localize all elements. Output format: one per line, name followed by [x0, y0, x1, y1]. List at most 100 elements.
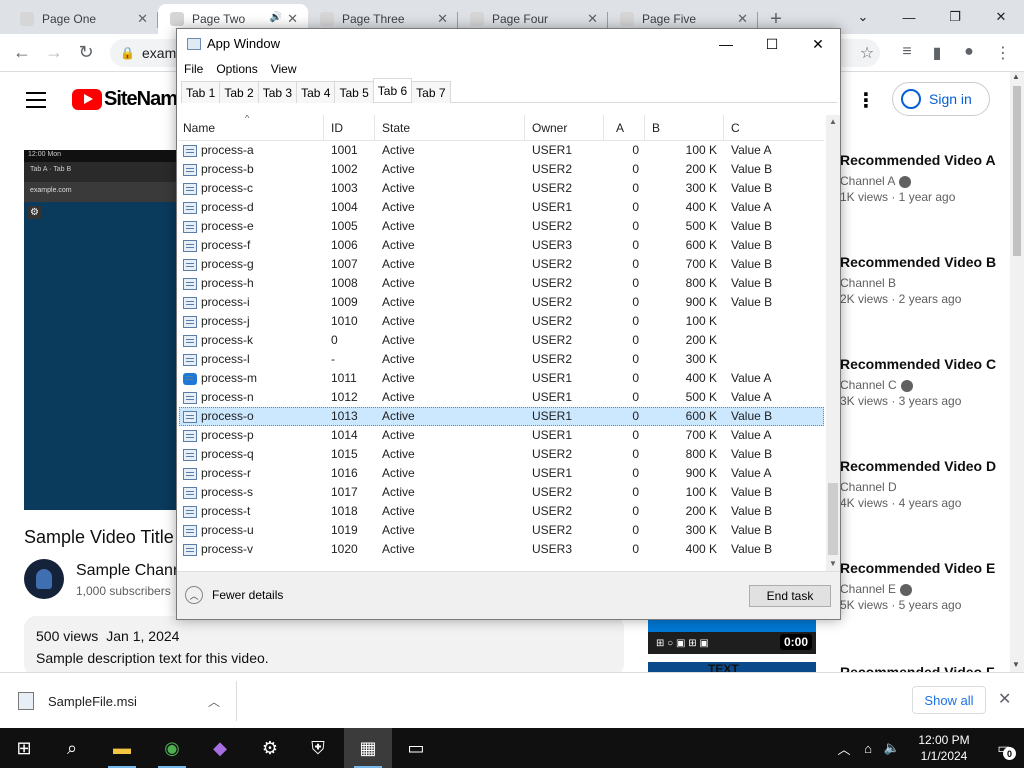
system-clock[interactable]: 12:00 PM 1/1/2024: [904, 732, 984, 764]
notification-center-icon[interactable]: ▭ 0: [984, 728, 1024, 768]
start-icon[interactable]: ⊞: [0, 728, 48, 768]
show-all-button[interactable]: Show all: [912, 686, 986, 714]
table-row[interactable]: process-q 1015 Active USER2 0 800 K Value B: [179, 445, 824, 464]
table-row[interactable]: process-v 1020 Active USER3 0 400 K Value B: [179, 540, 824, 559]
forward-icon[interactable]: →: [42, 42, 66, 63]
chevron-up-icon[interactable]: ︿: [832, 739, 856, 758]
close-tab-icon[interactable]: ✕: [587, 11, 598, 27]
tab-tab-2[interactable]: Tab 2: [219, 81, 259, 103]
file-explorer-icon[interactable]: ▬: [98, 728, 146, 768]
volume-icon[interactable]: 🔈: [880, 740, 904, 756]
youtube-logo[interactable]: SiteName: [72, 88, 188, 111]
hamburger-menu-icon[interactable]: [26, 92, 46, 113]
recommendation-item[interactable]: Recommended Video D Channel D 4K views · 4…: [840, 456, 1010, 510]
table-row[interactable]: process-s 1017 Active USER2 0 100 K Value B: [179, 483, 824, 502]
close-tab-icon[interactable]: ✕: [287, 11, 298, 27]
security-icon[interactable]: ⛨: [294, 728, 342, 768]
menu-item-file[interactable]: File: [184, 59, 203, 79]
recommendation-thumbnail[interactable]: ⊞ ○ ▣ ⊞ ▣ 0:00: [648, 620, 816, 654]
reload-icon[interactable]: ↻: [74, 42, 98, 63]
recommendation-item[interactable]: Recommended Video C Channel C 3K views · 3…: [840, 354, 1010, 408]
sign-in-button[interactable]: Sign in: [892, 82, 990, 116]
video-description[interactable]: 500 views Jan 1, 2024 Sample description …: [24, 616, 624, 672]
recommendation-item[interactable]: Recommended Video B Channel B 2K views · 2…: [840, 252, 1010, 306]
restore-icon[interactable]: ❐: [932, 0, 978, 34]
table-row[interactable]: process-c 1003 Active USER2 0 300 K Value B: [179, 179, 824, 198]
recommendation-item[interactable]: Recommended Video E Channel E 5K views · 5…: [840, 558, 1010, 612]
table-row[interactable]: process-o 1013 Active USER1 0 600 K Value B: [179, 407, 824, 426]
channel-avatar[interactable]: [24, 559, 64, 599]
table-row[interactable]: process-n 1012 Active USER1 0 500 K Value A: [179, 388, 824, 407]
close-downloads-icon[interactable]: ✕: [998, 689, 1011, 709]
media-control-icon[interactable]: ≡: [896, 43, 918, 65]
table-row[interactable]: process-m 1011 Active USER1 0 400 K Value A: [179, 369, 824, 388]
recommendation-thumbnail-2[interactable]: TEXT: [648, 662, 816, 672]
table-row[interactable]: process-u 1019 Active USER2 0 300 K Value B: [179, 521, 824, 540]
browser-tab[interactable]: Page One ✕: [8, 4, 158, 34]
table-row[interactable]: process-k 0 Active USER2 0 200 K: [179, 331, 824, 350]
chevron-up-icon[interactable]: ︿: [208, 693, 220, 710]
task-manager-titlebar[interactable]: App Window — ☐ ✕: [177, 29, 840, 59]
tab-tab-3[interactable]: Tab 3: [257, 81, 298, 103]
bookmark-star-icon[interactable]: ☆: [856, 43, 878, 65]
side-panel-icon[interactable]: ▮: [926, 43, 948, 65]
details-scrollbar[interactable]: ▲ ▼: [826, 115, 840, 571]
table-row[interactable]: process-j 1010 Active USER2 0 100 K: [179, 312, 824, 331]
chevron-down-icon[interactable]: ⌄: [840, 0, 886, 34]
scroll-down-icon[interactable]: ▼: [1012, 660, 1020, 669]
browser-menu-icon[interactable]: ⋮: [992, 43, 1014, 65]
column-header-pid[interactable]: ID: [324, 115, 375, 141]
scroll-up-icon[interactable]: ▲: [829, 117, 837, 126]
table-row[interactable]: process-r 1016 Active USER1 0 900 K Value A: [179, 464, 824, 483]
table-row[interactable]: process-a 1001 Active USER1 0 100 K Value A: [179, 141, 824, 160]
close-icon[interactable]: ✕: [795, 29, 841, 59]
table-row[interactable]: process-t 1018 Active USER2 0 200 K Value B: [179, 502, 824, 521]
task-manager-icon[interactable]: ▦: [344, 728, 392, 768]
visual-studio-icon[interactable]: ◆: [196, 728, 244, 768]
channel-name[interactable]: Sample Channel: [76, 562, 180, 580]
settings-icon[interactable]: ⚙: [246, 728, 294, 768]
close-tab-icon[interactable]: ✕: [437, 11, 448, 27]
table-row[interactable]: process-l - Active USER2 0 300 K: [179, 350, 824, 369]
minimize-icon[interactable]: —: [886, 0, 932, 34]
scroll-down-icon[interactable]: ▼: [829, 559, 837, 568]
search-icon[interactable]: ⌕: [48, 728, 96, 768]
column-header-cpu[interactable]: A: [604, 115, 645, 141]
more-options-icon[interactable]: ⋮: [856, 88, 876, 113]
column-header-user-name[interactable]: Owner: [525, 115, 604, 141]
tab-tab-1[interactable]: Tab 1: [181, 81, 221, 103]
tab-tab-4[interactable]: Tab 4: [296, 81, 336, 103]
column-header-status[interactable]: State: [375, 115, 525, 141]
page-scrollbar-thumb[interactable]: [1013, 86, 1021, 256]
chrome-icon[interactable]: ◉: [148, 728, 196, 768]
column-header-uac-virtualization[interactable]: C: [724, 115, 824, 141]
tab-tab-5[interactable]: Tab 5: [334, 81, 374, 103]
recommendation-item[interactable]: Recommended Video A Channel A 1K views · 1…: [840, 150, 1010, 204]
column-header-name[interactable]: ^ Name: [179, 115, 324, 141]
table-row[interactable]: process-f 1006 Active USER3 0 600 K Value B: [179, 236, 824, 255]
table-row[interactable]: process-e 1005 Active USER2 0 500 K Value B: [179, 217, 824, 236]
video-player[interactable]: 12:00 Mon Tab A · Tab B example.com ⚙: [24, 150, 180, 510]
back-icon[interactable]: ←: [10, 42, 34, 63]
close-tab-icon[interactable]: ✕: [137, 11, 148, 27]
menu-item-options[interactable]: Options: [216, 59, 257, 79]
menu-item-view[interactable]: View: [271, 59, 297, 79]
recommendation-item[interactable]: Recommended Video F: [840, 662, 1010, 672]
maximize-icon[interactable]: ☐: [749, 29, 795, 59]
table-row[interactable]: process-p 1014 Active USER1 0 700 K Value A: [179, 426, 824, 445]
tab-tab-7[interactable]: Tab 7: [411, 81, 451, 103]
page-scrollbar[interactable]: ▲ ▼: [1010, 72, 1024, 672]
table-row[interactable]: process-i 1009 Active USER2 0 900 K Value B: [179, 293, 824, 312]
minimize-icon[interactable]: —: [703, 29, 749, 59]
close-icon[interactable]: ✕: [978, 0, 1024, 34]
fewer-details-button[interactable]: ︿ Fewer details: [185, 586, 283, 604]
table-row[interactable]: process-d 1004 Active USER1 0 400 K Value A: [179, 198, 824, 217]
tab-tab-6[interactable]: Tab 6: [372, 78, 413, 101]
terminal-icon[interactable]: ▭: [392, 728, 440, 768]
download-item[interactable]: SampleFile.msi ︿: [18, 687, 234, 715]
table-row[interactable]: process-h 1008 Active USER2 0 800 K Value B: [179, 274, 824, 293]
close-tab-icon[interactable]: ✕: [737, 11, 748, 27]
scroll-up-icon[interactable]: ▲: [1012, 72, 1020, 81]
details-scrollbar-thumb[interactable]: [828, 483, 838, 555]
table-row[interactable]: process-b 1002 Active USER2 0 200 K Value B: [179, 160, 824, 179]
